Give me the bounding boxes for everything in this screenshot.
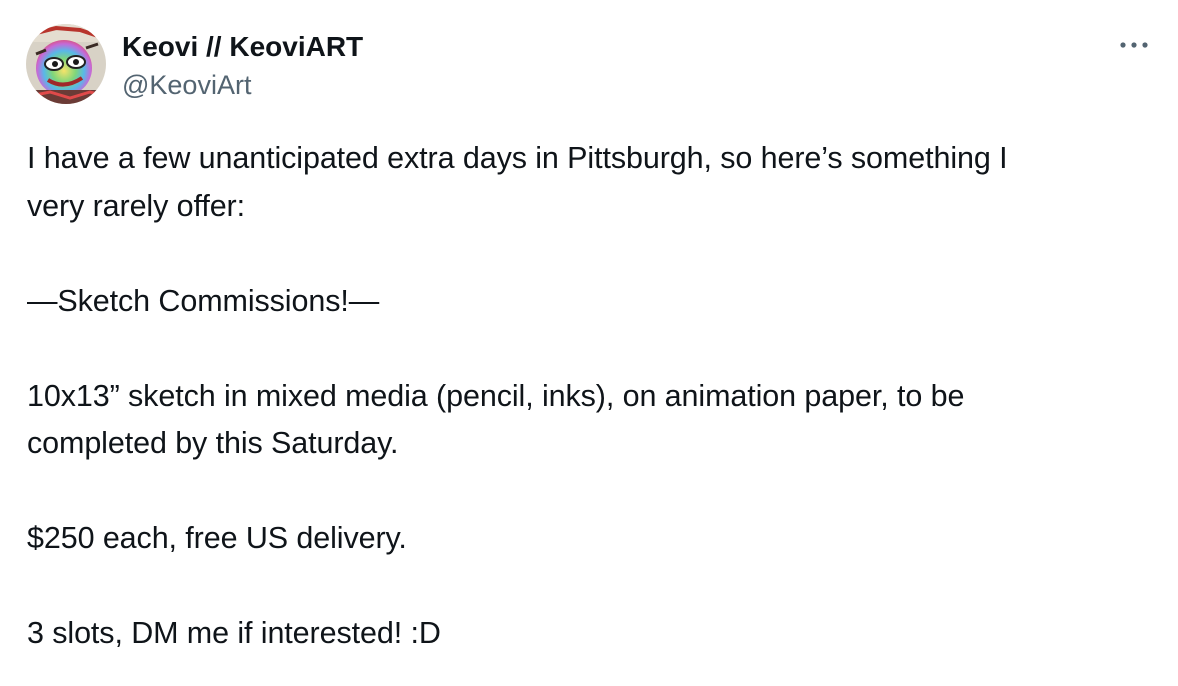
tweet-text-line [27, 468, 1167, 516]
tweet-text-line [27, 563, 1167, 611]
tweet-text-line: —Sketch Commissions!— [27, 283, 380, 318]
tweet-text: I have a few unanticipated extra days in… [27, 135, 1167, 658]
tweet-text-line: I have a few unanticipated extra days in… [27, 141, 1008, 175]
author-handle[interactable]: @KeoviArt [122, 68, 363, 102]
author-display-name[interactable]: Keovi // KeoviART [122, 30, 363, 64]
tweet-text-line: very rarely offer: [27, 188, 245, 223]
tweet-card: Keovi // KeoviART @KeoviArt I have a few… [0, 0, 1178, 686]
tweet-text-line [27, 230, 1167, 278]
tweet-text-line: completed by this Saturday. [27, 426, 399, 460]
tweet-text-line [27, 325, 1167, 373]
more-horizontal-icon [1120, 42, 1148, 48]
tweet-text-line: 3 slots, DM me if interested! :D [27, 616, 441, 650]
avatar-artwork-icon [26, 24, 106, 104]
tweet-text-line: $250 each, free US delivery. [27, 521, 407, 555]
more-options-button[interactable] [1114, 30, 1154, 60]
author-info: Keovi // KeoviART @KeoviArt [122, 30, 363, 102]
author-avatar[interactable] [26, 24, 106, 104]
tweet-text-line: 10x13” sketch in mixed media (pencil, in… [27, 378, 965, 413]
